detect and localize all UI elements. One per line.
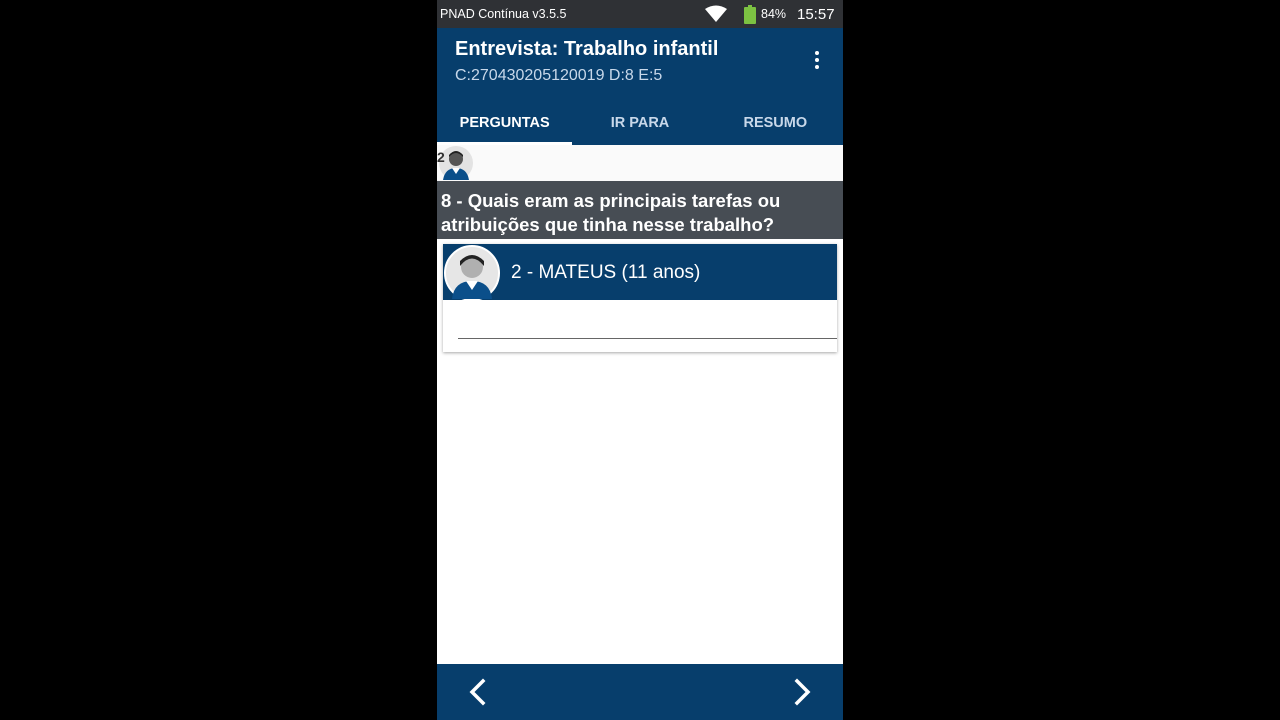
- person-name: 2 - MATEUS (11 anos): [511, 262, 701, 283]
- tab-resumo[interactable]: RESUMO: [708, 101, 843, 145]
- chevron-left-icon[interactable]: [465, 678, 491, 706]
- bottom-nav: [437, 664, 843, 720]
- status-bar: PNAD Contínua v3.5.5 84% 15:57: [437, 0, 843, 28]
- person-answer-card: 2 - MATEUS (11 anos): [443, 244, 837, 352]
- page-title: Entrevista: Trabalho infantil: [455, 38, 719, 60]
- battery-icon: [744, 5, 756, 27]
- question-text: 8 - Quais eram as principais tarefas ou …: [441, 190, 781, 235]
- tab-bar: PERGUNTAS IR PARA RESUMO: [437, 101, 843, 145]
- tab-perguntas[interactable]: PERGUNTAS: [437, 101, 573, 145]
- tab-ir-para[interactable]: IR PARA: [572, 101, 707, 145]
- person-header: 2 - MATEUS (11 anos): [443, 244, 837, 301]
- person-avatar-icon: [444, 245, 500, 306]
- wifi-icon: [705, 5, 727, 26]
- page-subtitle: C:270430205120019 D:8 E:5: [455, 67, 663, 84]
- phone-screen: PNAD Contínua v3.5.5 84% 15:57 Entrevist…: [437, 0, 843, 720]
- status-app-name: PNAD Contínua v3.5.5: [440, 7, 567, 21]
- app-bar: Entrevista: Trabalho infantil C:27043020…: [437, 28, 843, 145]
- member-strip: 2: [437, 145, 843, 181]
- chevron-right-icon[interactable]: [789, 678, 815, 706]
- battery-percentage: 84%: [761, 7, 787, 21]
- status-clock: 15:57: [797, 6, 835, 23]
- member-number: 2: [437, 149, 445, 165]
- question-header: 8 - Quais eram as principais tarefas ou …: [437, 181, 843, 239]
- more-vert-icon[interactable]: [805, 48, 829, 72]
- answer-field[interactable]: [458, 306, 837, 339]
